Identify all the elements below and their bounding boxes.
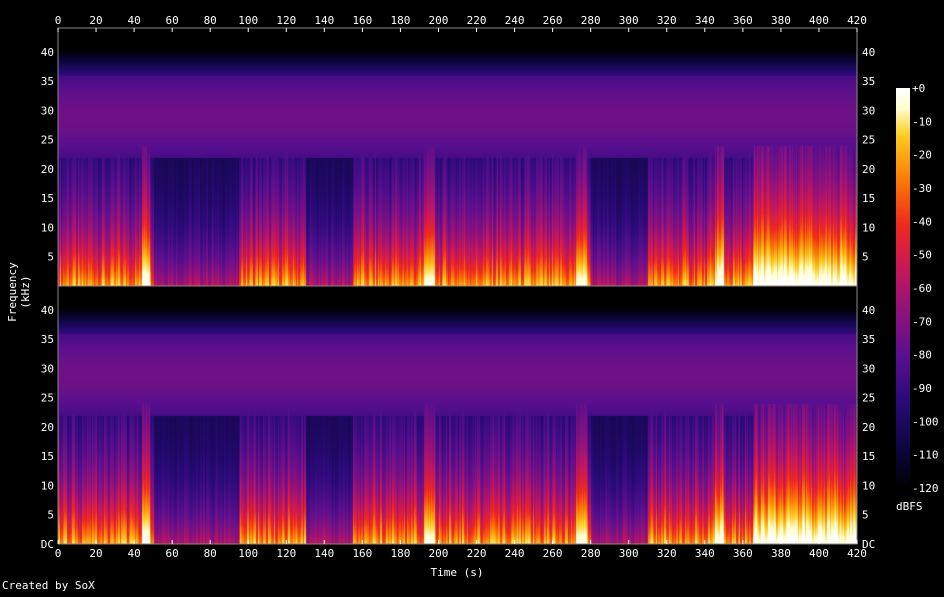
spectrogram-channel-1: [58, 28, 857, 286]
colorbar-tick-label: -100: [912, 415, 939, 428]
credit-text: Created by SoX: [2, 579, 95, 592]
x-tick-label-bottom: 180: [390, 547, 410, 560]
y-tick-label-left: 40: [41, 46, 54, 59]
x-tick-label-top: 120: [276, 14, 296, 27]
y-axis-label: Frequency (kHz): [6, 262, 32, 322]
y-tick-label-right: 25: [862, 134, 875, 147]
colorbar-tick-label: -40: [912, 215, 932, 228]
x-tick-label-top: 400: [809, 14, 829, 27]
x-tick-label-bottom: 40: [127, 547, 140, 560]
y-tick-label-right: DC: [862, 538, 875, 551]
x-tick-label-bottom: 160: [352, 547, 372, 560]
colorbar-tick-label: -30: [912, 182, 932, 195]
x-tick-label-top: 260: [543, 14, 563, 27]
y-tick-label-right: 30: [862, 362, 875, 375]
y-tick-label-left: 40: [41, 304, 54, 317]
x-axis-label: Time (s): [430, 566, 484, 579]
x-tick-label-top: 360: [733, 14, 753, 27]
x-tick-label-top: 40: [127, 14, 140, 27]
y-tick-label-right: 15: [862, 450, 875, 463]
x-tick-label-bottom: 400: [809, 547, 829, 560]
x-tick-label-top: 140: [314, 14, 334, 27]
x-tick-label-top: 380: [771, 14, 791, 27]
x-tick-label-top: 420: [847, 14, 867, 27]
colorbar-tick-label: -90: [912, 382, 932, 395]
y-tick-label-right: 35: [862, 333, 875, 346]
y-tick-label-right: 40: [862, 46, 875, 59]
colorbar-label: dBFS: [896, 500, 923, 513]
y-tick-label-left: 5: [47, 251, 54, 264]
x-tick-label-bottom: 380: [771, 547, 791, 560]
y-tick-label-right: 5: [862, 251, 869, 264]
x-tick-label-bottom: 20: [89, 547, 102, 560]
y-tick-label-left: 35: [41, 75, 54, 88]
x-tick-label-top: 100: [238, 14, 258, 27]
y-tick-label-right: 40: [862, 304, 875, 317]
x-tick-label-top: 280: [581, 14, 601, 27]
y-tick-label-right: 20: [862, 163, 875, 176]
x-tick-label-bottom: 280: [581, 547, 601, 560]
x-tick-label-bottom: 140: [314, 547, 334, 560]
x-tick-label-bottom: 80: [204, 547, 217, 560]
y-tick-label-right: 10: [862, 479, 875, 492]
y-tick-label-left: 10: [41, 221, 54, 234]
x-tick-label-bottom: 120: [276, 547, 296, 560]
x-tick-label-bottom: 0: [55, 547, 62, 560]
x-tick-label-bottom: 360: [733, 547, 753, 560]
colorbar-tick-label: -110: [912, 449, 939, 462]
colorbar-tick-label: -60: [912, 282, 932, 295]
x-tick-label-top: 80: [204, 14, 217, 27]
x-tick-label-top: 240: [505, 14, 525, 27]
x-tick-label-bottom: 260: [543, 547, 563, 560]
y-tick-label-left: 30: [41, 104, 54, 117]
y-tick-label-left: 20: [41, 163, 54, 176]
y-tick-label-left: 5: [47, 509, 54, 522]
y-tick-label-left: DC: [41, 538, 54, 551]
x-tick-label-top: 200: [429, 14, 449, 27]
spectrogram-figure: 0 0 20 20 40 40 60 60 80 80 100 100 120 120 140 140 160 1…: [0, 0, 944, 593]
colorbar-tick-label: -20: [912, 149, 932, 162]
y-tick-label-left: 25: [41, 134, 54, 147]
x-tick-label-top: 340: [695, 14, 715, 27]
colorbar-tick-label: -80: [912, 349, 932, 362]
x-tick-label-top: 60: [166, 14, 179, 27]
y-tick-label-right: 35: [862, 75, 875, 88]
colorbar-tick-label: -10: [912, 115, 932, 128]
x-tick-label-top: 300: [619, 14, 639, 27]
x-tick-label-top: 0: [55, 14, 62, 27]
colorbar-tick-label: -120: [912, 482, 939, 495]
colorbar: [896, 88, 910, 488]
x-tick-label-top: 320: [657, 14, 677, 27]
x-tick-label-bottom: 220: [467, 547, 487, 560]
y-tick-label-left: 15: [41, 450, 54, 463]
x-tick-label-bottom: 100: [238, 547, 258, 560]
y-tick-label-left: 25: [41, 392, 54, 405]
colorbar-tick-label: +0: [912, 82, 925, 95]
colorbar-tick-label: -50: [912, 249, 932, 262]
x-tick-label-top: 220: [467, 14, 487, 27]
spectrogram-channel-2: [58, 286, 857, 544]
x-tick-label-bottom: 320: [657, 547, 677, 560]
x-tick-label-top: 180: [390, 14, 410, 27]
y-tick-label-right: 30: [862, 104, 875, 117]
y-tick-label-right: 25: [862, 392, 875, 405]
x-tick-label-top: 160: [352, 14, 372, 27]
spectrogram-chart: 0 0 20 20 40 40 60 60 80 80 100 100 120 120 140 140 160 1…: [41, 14, 939, 560]
x-tick-label-bottom: 300: [619, 547, 639, 560]
x-tick-label-bottom: 60: [166, 547, 179, 560]
y-tick-label-right: 20: [862, 421, 875, 434]
y-tick-label-left: 30: [41, 362, 54, 375]
y-tick-label-left: 15: [41, 192, 54, 205]
x-tick-label-bottom: 340: [695, 547, 715, 560]
y-tick-label-left: 20: [41, 421, 54, 434]
colorbar-tick-label: -70: [912, 315, 932, 328]
x-tick-label-bottom: 240: [505, 547, 525, 560]
y-tick-label-right: 10: [862, 221, 875, 234]
x-tick-label-bottom: 200: [429, 547, 449, 560]
y-tick-label-right: 15: [862, 192, 875, 205]
y-tick-label-right: 5: [862, 509, 869, 522]
y-tick-label-left: 35: [41, 333, 54, 346]
x-tick-label-top: 20: [89, 14, 102, 27]
y-tick-label-left: 10: [41, 479, 54, 492]
